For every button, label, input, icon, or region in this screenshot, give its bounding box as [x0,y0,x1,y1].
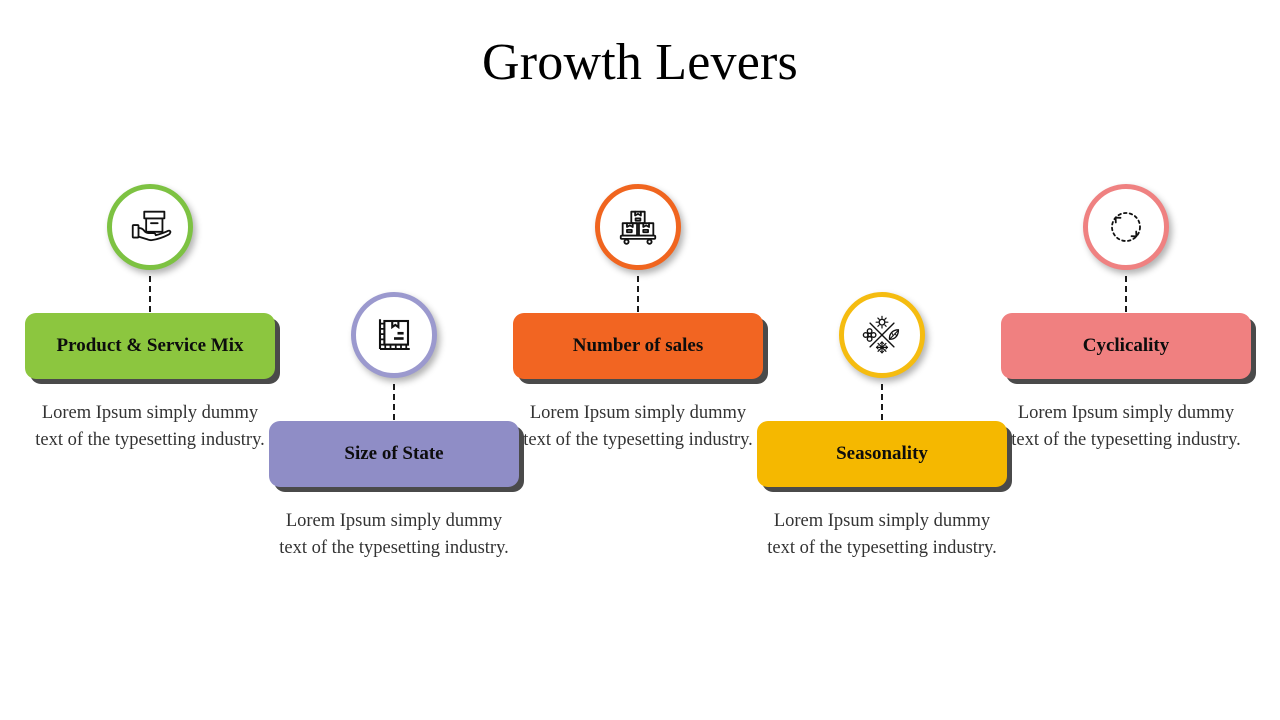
connector-line-cyclicality [1125,276,1127,312]
four-seasons-icon [860,313,904,357]
icon-circle-number-of-sales [595,184,681,270]
connector-line-size-of-state [393,384,395,420]
lever-card-label: Number of sales [572,335,704,357]
lever-card-label: Size of State [344,443,444,465]
connector-line-seasonality [881,384,883,420]
page-title: Growth Levers [482,34,798,91]
lever-card-size-of-state[interactable]: Size of State [269,421,519,487]
stacked-boxes-icon [615,204,661,250]
icon-circle-size-of-state [351,292,437,378]
lever-description-seasonality: Lorem Ipsum simply dummy text of the typ… [767,511,997,558]
connector-line-number-of-sales [637,276,639,312]
lever-description-cyclicality: Lorem Ipsum simply dummy text of the typ… [1011,403,1241,450]
lever-card-product-service-mix[interactable]: Product & Service Mix [25,313,275,379]
lever-description-product-service-mix: Lorem Ipsum simply dummy text of the typ… [35,403,265,450]
lever-card-number-of-sales[interactable]: Number of sales [513,313,763,379]
icon-circle-cyclicality [1083,184,1169,270]
lever-description-size-of-state: Lorem Ipsum simply dummy text of the typ… [279,511,509,558]
lever-description-number-of-sales: Lorem Ipsum simply dummy text of the typ… [523,403,753,450]
icon-circle-seasonality [839,292,925,378]
circular-cycle-arrows-icon [1102,203,1150,251]
connector-line-product-service-mix [149,276,151,312]
lever-card-cyclicality[interactable]: Cyclicality [1001,313,1251,379]
lever-card-label: Product & Service Mix [56,335,244,357]
box-with-ruler-icon [373,314,415,356]
icon-circle-product-service-mix [107,184,193,270]
growth-levers-slide: Growth Levers Product & Service Mix Lorem… [0,0,1280,720]
lever-card-seasonality[interactable]: Seasonality [757,421,1007,487]
lever-card-label: Seasonality [836,443,928,465]
lever-card-label: Cyclicality [1082,335,1170,357]
hand-holding-box-icon [127,204,173,250]
